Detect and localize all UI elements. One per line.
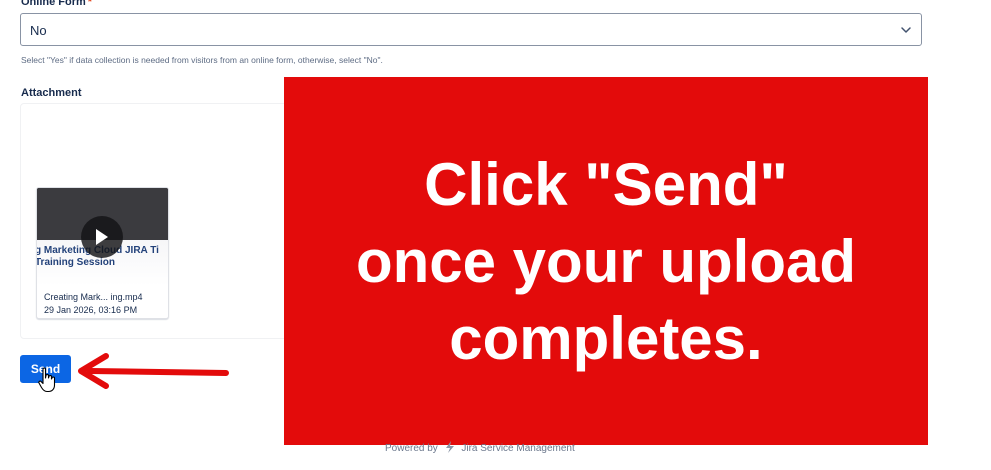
attachment-file-date: 29 Jan 2026, 03:16 PM bbox=[44, 305, 138, 315]
attachment-file-name: Creating Mark... ing.mp4 bbox=[44, 292, 143, 302]
chevron-down-icon bbox=[901, 27, 911, 33]
video-thumbnail: g Marketing Cloud JIRA Ti Training Sessi… bbox=[37, 188, 168, 286]
required-marker: * bbox=[87, 0, 93, 8]
instruction-overlay-text: Click "Send" once your upload completes. bbox=[355, 150, 857, 372]
footer-powered-by: Powered by bbox=[385, 443, 438, 454]
online-form-select[interactable]: No bbox=[20, 13, 922, 46]
hand-pointer-cursor-icon bbox=[38, 367, 56, 393]
thumbnail-caption-line2: Training Session bbox=[37, 257, 116, 268]
attachment-file-card[interactable]: g Marketing Cloud JIRA Ti Training Sessi… bbox=[36, 187, 169, 319]
footer: Powered by Jira Service Management bbox=[385, 441, 575, 454]
attachment-label: Attachment bbox=[21, 87, 82, 99]
request-form-page: Online Form * No Select "Yes" if data col… bbox=[0, 0, 991, 470]
instruction-overlay: Click "Send" once your upload completes. bbox=[284, 77, 928, 445]
online-form-label: Online Form * bbox=[21, 0, 92, 8]
play-icon[interactable] bbox=[81, 216, 123, 258]
footer-product-name[interactable]: Jira Service Management bbox=[461, 443, 574, 454]
pointer-arrow-icon bbox=[78, 353, 229, 389]
online-form-label-text: Online Form bbox=[21, 0, 86, 8]
play-triangle-icon bbox=[96, 229, 108, 245]
jira-logo-icon bbox=[445, 441, 454, 453]
online-form-helper-text: Select "Yes" if data collection is neede… bbox=[21, 55, 383, 65]
online-form-select-value: No bbox=[30, 23, 47, 38]
